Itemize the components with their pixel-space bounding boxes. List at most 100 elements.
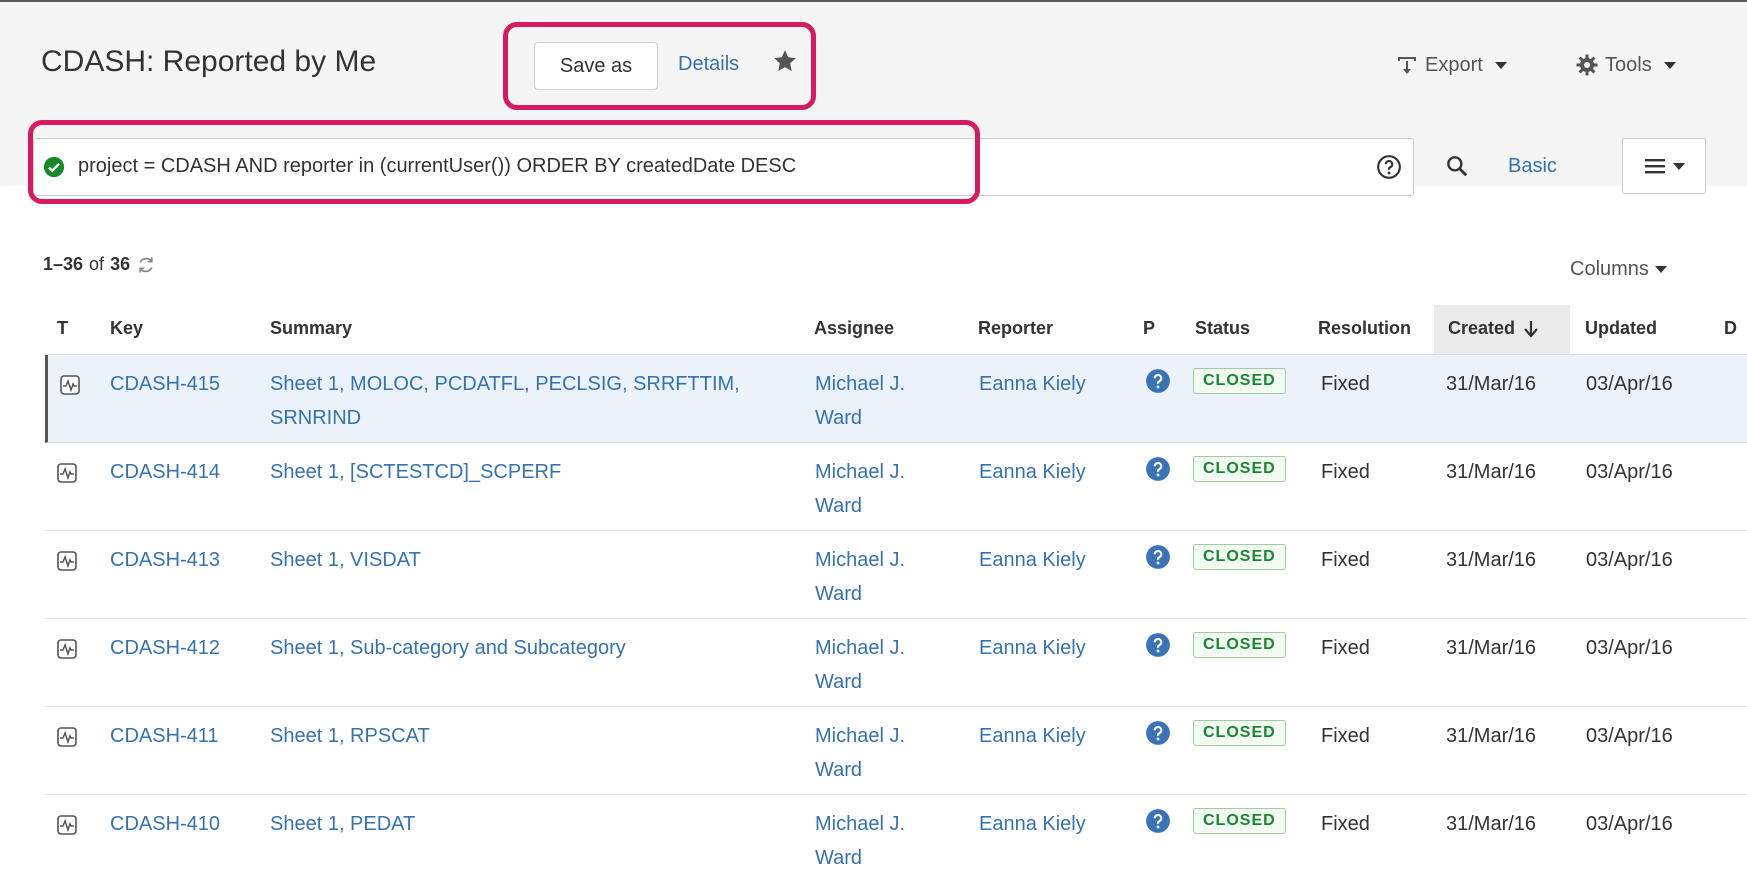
issue-assignee[interactable]: Michael J. Ward — [815, 631, 935, 699]
sort-desc-icon — [1524, 320, 1538, 338]
gear-icon — [1576, 54, 1598, 76]
priority-icon — [1146, 721, 1170, 745]
tools-button[interactable]: Tools — [1575, 53, 1676, 77]
column-header-due[interactable]: D — [1724, 318, 1737, 339]
status-badge: CLOSED — [1193, 544, 1286, 570]
export-button[interactable]: Export — [1395, 53, 1507, 77]
issue-updated: 03/Apr/16 — [1586, 461, 1673, 483]
status-badge: CLOSED — [1193, 808, 1286, 834]
table-row[interactable]: CDASH-410 Sheet 1, PEDAT Michael J. Ward… — [45, 795, 1747, 883]
priority-icon — [1146, 457, 1170, 481]
column-header-type[interactable]: T — [57, 318, 68, 339]
highlight-annotation-jql — [28, 120, 980, 204]
issue-type-icon — [57, 727, 77, 747]
issue-assignee[interactable]: Michael J. Ward — [815, 807, 935, 875]
issue-resolution: Fixed — [1321, 813, 1370, 835]
refresh-icon[interactable] — [136, 255, 156, 275]
issue-summary[interactable]: Sheet 1, RPSCAT — [270, 719, 750, 753]
priority-icon — [1146, 809, 1170, 833]
status-badge: CLOSED — [1193, 720, 1286, 746]
results-total: 36 — [110, 254, 131, 274]
priority-icon — [1146, 633, 1170, 657]
column-header-created[interactable]: Created — [1448, 318, 1539, 339]
issue-resolution: Fixed — [1321, 725, 1370, 747]
search-icon[interactable] — [1444, 153, 1470, 179]
tools-label: Tools — [1605, 53, 1652, 76]
help-icon[interactable] — [1376, 154, 1402, 180]
issue-summary[interactable]: Sheet 1, Sub-category and Subcategory — [270, 631, 750, 665]
issue-reporter[interactable]: Eanna Kiely — [979, 367, 1086, 401]
issue-resolution: Fixed — [1321, 461, 1370, 483]
status-badge: CLOSED — [1193, 456, 1286, 482]
issue-reporter[interactable]: Eanna Kiely — [979, 807, 1086, 841]
issue-summary[interactable]: Sheet 1, MOLOC, PCDATFL, PECLSIG, SRRFTT… — [270, 367, 750, 435]
column-header-status[interactable]: Status — [1195, 318, 1250, 339]
issue-key[interactable]: CDASH-415 — [110, 367, 220, 401]
column-header-updated[interactable]: Updated — [1585, 318, 1657, 339]
columns-label: Columns — [1570, 258, 1649, 280]
table-row[interactable]: CDASH-413 Sheet 1, VISDAT Michael J. War… — [45, 531, 1747, 619]
table-row[interactable]: CDASH-411 Sheet 1, RPSCAT Michael J. War… — [45, 707, 1747, 795]
issue-type-icon — [60, 375, 80, 395]
menu-icon — [1645, 159, 1665, 174]
issue-type-icon — [57, 463, 77, 483]
column-header-priority[interactable]: P — [1143, 318, 1155, 339]
issue-key[interactable]: CDASH-410 — [110, 807, 220, 841]
issue-type-icon — [57, 815, 77, 835]
issue-key[interactable]: CDASH-414 — [110, 455, 220, 489]
table-row[interactable]: CDASH-415 Sheet 1, MOLOC, PCDATFL, PECLS… — [45, 355, 1747, 443]
chevron-down-icon — [1654, 266, 1667, 273]
issue-assignee[interactable]: Michael J. Ward — [815, 719, 935, 787]
columns-button[interactable]: Columns — [1570, 258, 1667, 281]
issue-assignee[interactable]: Michael J. Ward — [815, 543, 935, 611]
issue-resolution: Fixed — [1321, 373, 1370, 395]
column-header-assignee[interactable]: Assignee — [814, 318, 894, 339]
issue-updated: 03/Apr/16 — [1586, 813, 1673, 835]
highlight-annotation-save-details — [503, 22, 816, 110]
issue-updated: 03/Apr/16 — [1586, 725, 1673, 747]
priority-icon — [1146, 545, 1170, 569]
chevron-down-icon — [1663, 61, 1676, 69]
issue-created: 31/Mar/16 — [1446, 549, 1537, 571]
basic-search-link[interactable]: Basic — [1508, 155, 1557, 178]
issue-summary[interactable]: Sheet 1, [SCTESTCD]_SCPERF — [270, 455, 750, 489]
table-row[interactable]: CDASH-414 Sheet 1, [SCTESTCD]_SCPERF Mic… — [45, 443, 1747, 531]
issue-summary[interactable]: Sheet 1, VISDAT — [270, 543, 750, 577]
issue-reporter[interactable]: Eanna Kiely — [979, 719, 1086, 753]
issue-resolution: Fixed — [1321, 549, 1370, 571]
column-header-resolution[interactable]: Resolution — [1318, 318, 1411, 339]
column-header-created-label: Created — [1448, 318, 1516, 338]
chevron-down-icon — [1494, 61, 1507, 69]
issue-reporter[interactable]: Eanna Kiely — [979, 455, 1086, 489]
status-badge: CLOSED — [1193, 632, 1286, 658]
issue-updated: 03/Apr/16 — [1586, 373, 1673, 395]
chevron-down-icon — [1673, 162, 1685, 170]
issue-key[interactable]: CDASH-413 — [110, 543, 220, 577]
view-menu-button[interactable] — [1622, 138, 1706, 194]
issue-created: 31/Mar/16 — [1446, 373, 1537, 395]
issue-reporter[interactable]: Eanna Kiely — [979, 631, 1086, 665]
issue-key[interactable]: CDASH-411 — [110, 719, 219, 753]
export-icon — [1398, 57, 1416, 74]
priority-icon — [1146, 369, 1170, 393]
issue-type-icon — [57, 639, 77, 659]
issue-created: 31/Mar/16 — [1446, 637, 1537, 659]
table-row[interactable]: CDASH-412 Sheet 1, Sub-category and Subc… — [45, 619, 1747, 707]
status-badge: CLOSED — [1193, 368, 1286, 394]
issue-updated: 03/Apr/16 — [1586, 549, 1673, 571]
issue-created: 31/Mar/16 — [1446, 725, 1537, 747]
column-header-summary[interactable]: Summary — [270, 318, 352, 339]
issue-updated: 03/Apr/16 — [1586, 637, 1673, 659]
issue-reporter[interactable]: Eanna Kiely — [979, 543, 1086, 577]
issue-assignee[interactable]: Michael J. Ward — [815, 455, 935, 523]
issue-created: 31/Mar/16 — [1446, 813, 1537, 835]
column-header-reporter[interactable]: Reporter — [978, 318, 1053, 339]
issue-summary[interactable]: Sheet 1, PEDAT — [270, 807, 750, 841]
issue-resolution: Fixed — [1321, 637, 1370, 659]
issue-assignee[interactable]: Michael J. Ward — [815, 367, 935, 435]
column-header-key[interactable]: Key — [110, 318, 143, 339]
issue-type-icon — [57, 551, 77, 571]
issue-key[interactable]: CDASH-412 — [110, 631, 220, 665]
results-range: 1–36 — [43, 254, 84, 274]
results-of: of — [89, 254, 105, 274]
